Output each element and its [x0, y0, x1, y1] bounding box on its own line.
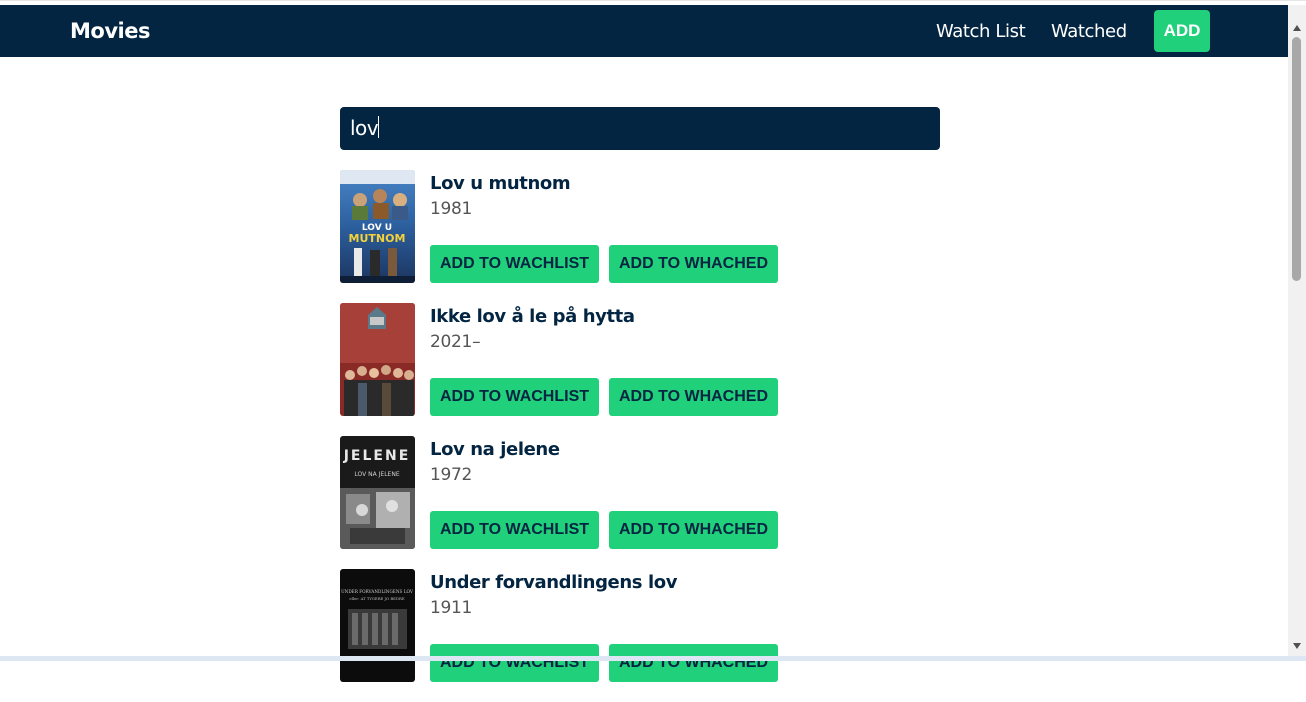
movie-poster[interactable]	[340, 303, 415, 416]
add-to-watched-button[interactable]: ADD TO WHACHED	[609, 245, 778, 283]
add-to-watchlist-button[interactable]: ADD TO WACHLIST	[430, 245, 599, 283]
movie-year: 1972	[430, 465, 473, 485]
svg-text:JELENE: JELENE	[343, 448, 411, 464]
add-to-watched-button[interactable]: ADD TO WHACHED	[609, 511, 778, 549]
add-to-watchlist-button[interactable]: ADD TO WACHLIST	[430, 644, 599, 682]
add-button[interactable]: ADD	[1154, 10, 1210, 52]
search-input-value: lov	[350, 116, 380, 140]
page-scrollbar[interactable]	[1288, 5, 1306, 656]
svg-text:eller: AT TYGERE JO BEDRE: eller: AT TYGERE JO BEDRE	[349, 596, 404, 601]
scroll-thumb[interactable]	[1292, 37, 1301, 281]
movie-title: Lov u mutnom	[430, 173, 571, 194]
movie-poster[interactable]: LOV U MUTNOM	[340, 170, 415, 283]
add-to-watched-button[interactable]: ADD TO WHACHED	[609, 644, 778, 682]
list-item: UNDER FORVANDLINGENS LOV eller: AT TYGER…	[340, 569, 940, 702]
movie-title: Lov na jelene	[430, 439, 560, 460]
movie-year: 1981	[430, 199, 473, 219]
nav-watched[interactable]: Watched	[1051, 21, 1127, 42]
add-to-watched-button[interactable]: ADD TO WHACHED	[609, 378, 778, 416]
taskbar-strip	[0, 656, 1306, 661]
svg-text:LOV NA JELENE: LOV NA JELENE	[354, 471, 399, 478]
list-item: JELENE LOV NA JELENE Lov na jelene 1972 …	[340, 436, 940, 569]
movie-year: 1911	[430, 598, 473, 618]
list-item: LOV U MUTNOM Lov u mutnom 1981 ADD TO WA…	[340, 170, 940, 303]
text-caret	[378, 116, 380, 138]
add-to-watchlist-button[interactable]: ADD TO WACHLIST	[430, 378, 599, 416]
scroll-down-arrow-icon[interactable]	[1293, 643, 1301, 649]
navbar: Movies Watch List Watched ADD	[0, 5, 1288, 57]
svg-text:MUTNOM: MUTNOM	[349, 232, 406, 245]
movie-poster[interactable]: UNDER FORVANDLINGENS LOV eller: AT TYGER…	[340, 569, 415, 682]
search-input[interactable]	[340, 107, 940, 150]
movie-title: Ikke lov å le på hytta	[430, 306, 635, 327]
add-to-watchlist-button[interactable]: ADD TO WACHLIST	[430, 511, 599, 549]
movie-poster[interactable]: JELENE LOV NA JELENE	[340, 436, 415, 549]
results-list: LOV U MUTNOM Lov u mutnom 1981 ADD TO WA…	[340, 170, 940, 702]
list-item: Ikke lov å le på hytta 2021– ADD TO WACH…	[340, 303, 940, 436]
movie-year: 2021–	[430, 332, 481, 352]
nav-watch-list[interactable]: Watch List	[936, 21, 1026, 42]
scroll-up-arrow-icon[interactable]	[1293, 25, 1301, 31]
svg-text:UNDER FORVANDLINGENS LOV: UNDER FORVANDLINGENS LOV	[341, 589, 414, 594]
movie-title: Under forvandlingens lov	[430, 572, 678, 593]
brand-logo[interactable]: Movies	[70, 19, 150, 43]
